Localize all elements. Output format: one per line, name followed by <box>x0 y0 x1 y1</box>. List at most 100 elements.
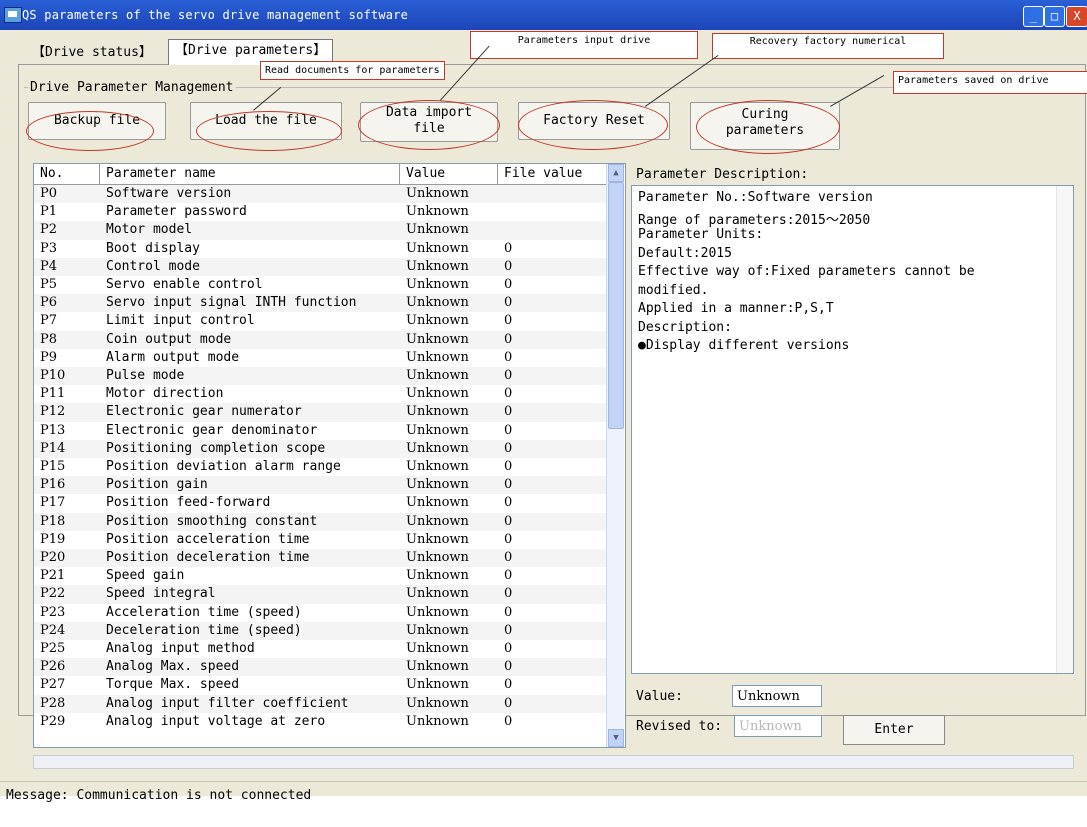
minimize-button[interactable]: _ <box>1023 6 1044 27</box>
load-file-button[interactable]: Load the file <box>190 102 342 140</box>
table-row[interactable]: P25 Analog input method Unknown 0 <box>34 640 606 658</box>
param-no-cell: P27 <box>40 677 66 693</box>
close-button[interactable]: X <box>1066 6 1087 27</box>
param-name-cell: Analog Max. speed <box>106 659 240 675</box>
param-name-cell: Position acceleration time <box>106 531 310 547</box>
param-value-cell: Unknown <box>406 459 469 474</box>
table-row[interactable]: P2 Motor model Unknown <box>34 221 606 240</box>
table-row[interactable]: P19 Position acceleration time Unknown 0 <box>34 531 606 549</box>
backup-file-button[interactable]: Backup file <box>28 102 166 140</box>
status-bar: Message: Communication is not connected <box>0 781 1087 827</box>
table-row[interactable]: P24 Deceleration time (speed) Unknown 0 <box>34 621 606 640</box>
data-import-label-1: Data import <box>385 105 473 120</box>
param-value-cell: Unknown <box>406 277 469 292</box>
parameter-table[interactable]: No. Parameter name Value File value P0 So… <box>33 163 626 748</box>
data-import-button[interactable]: Data import file <box>360 102 498 142</box>
table-row[interactable]: P14 Positioning completion scope Unknown 0 <box>34 439 606 458</box>
table-row[interactable]: P26 Analog Max. speed Unknown 0 <box>34 658 606 677</box>
window-title: QS parameters of the servo drive managem… <box>22 8 409 22</box>
param-name-cell: Torque Max. speed <box>106 677 240 693</box>
tab-drive-status[interactable]: 【Drive status】 <box>26 42 158 64</box>
param-file-value-cell: 0 <box>504 240 513 256</box>
param-no-cell: P9 <box>40 349 58 365</box>
scroll-thumb[interactable] <box>608 182 624 429</box>
scroll-up-arrow[interactable]: ▲ <box>608 164 624 182</box>
table-row[interactable]: P4 Control mode Unknown 0 <box>34 257 606 276</box>
param-file-value-cell: 0 <box>504 331 513 347</box>
param-value-cell: Unknown <box>406 550 469 565</box>
horizontal-scrollbar[interactable] <box>33 755 1074 769</box>
maximize-button[interactable]: □ <box>1044 6 1065 27</box>
table-row[interactable]: P8 Coin output mode Unknown 0 <box>34 330 606 349</box>
load-file-label: Load the file <box>215 113 317 128</box>
curing-parameters-button[interactable]: Curing parameters <box>690 102 840 150</box>
param-value-cell: Unknown <box>406 531 469 547</box>
enter-button[interactable]: Enter <box>843 715 945 745</box>
description-scrollbar[interactable] <box>1056 186 1073 673</box>
col-header-file-value[interactable]: File value <box>498 164 606 184</box>
annotation-saved: Parameters saved on drive <box>893 71 1087 94</box>
col-header-name[interactable]: Parameter name <box>100 164 400 184</box>
table-row[interactable]: P28 Analog input filter coefficient Unknow… <box>34 694 606 713</box>
col-header-no[interactable]: No. <box>34 164 100 184</box>
param-no-cell: P19 <box>40 531 66 547</box>
description-line: Default:2015 <box>638 245 732 261</box>
table-row[interactable]: P21 Speed gain Unknown 0 <box>34 567 606 585</box>
param-no-cell: P20 <box>40 550 66 565</box>
annotation-input-drive: Parameters input drive <box>470 31 698 59</box>
description-line: Parameter Units: <box>638 227 764 242</box>
param-no-cell: P2 <box>40 222 58 238</box>
param-file-value-cell: 0 <box>504 386 513 402</box>
param-value-cell: Unknown <box>406 440 469 456</box>
table-row[interactable]: P15 Position deviation alarm range Unknown… <box>34 458 606 476</box>
annotation-read-docs: Read documents for parameters <box>260 61 445 80</box>
current-value-field: Unknown <box>732 685 822 707</box>
param-file-value-cell: 0 <box>504 459 513 474</box>
col-header-value[interactable]: Value <box>400 164 498 184</box>
param-no-cell: P28 <box>40 695 66 711</box>
table-row[interactable]: P23 Acceleration time (speed) Unknown 0 <box>34 604 606 622</box>
table-row[interactable]: P11 Motor direction Unknown 0 <box>34 385 606 403</box>
param-no-cell: P16 <box>40 477 66 493</box>
param-no-cell: P5 <box>40 277 58 292</box>
param-value-cell: Unknown <box>406 513 469 529</box>
param-file-value-cell: 0 <box>504 368 513 383</box>
description-line: Range of parameters:2015～2050 <box>638 212 871 228</box>
table-row[interactable]: P22 Speed integral Unknown 0 <box>34 585 606 604</box>
table-row[interactable]: P12 Electronic gear numerator Unknown 0 <box>34 403 606 422</box>
table-row[interactable]: P13 Electronic gear denominator Unknown 0 <box>34 422 606 440</box>
app-icon <box>4 7 22 23</box>
table-vertical-scrollbar[interactable]: ▲ ▼ <box>606 164 624 747</box>
table-row[interactable]: P16 Position gain Unknown 0 <box>34 476 606 495</box>
client-area: 【Drive status】 【Drive parameters】 Drive … <box>0 30 1087 803</box>
table-row[interactable]: P1 Parameter password Unknown <box>34 203 606 221</box>
param-name-cell: Position feed-forward <box>106 495 271 511</box>
description-box[interactable]: Parameter No.:Software version Range of p… <box>631 185 1074 674</box>
param-name-cell: Pulse mode <box>106 368 185 383</box>
scroll-down-arrow[interactable]: ▼ <box>608 729 624 747</box>
param-value-cell: Unknown <box>406 713 469 729</box>
table-row[interactable]: P27 Torque Max. speed Unknown 0 <box>34 676 606 694</box>
param-file-value-cell: 0 <box>504 295 513 311</box>
table-row[interactable]: P17 Position feed-forward Unknown 0 <box>34 494 606 512</box>
param-file-value-cell: 0 <box>504 440 513 456</box>
param-name-cell: Software version <box>106 186 232 201</box>
param-no-cell: P13 <box>40 422 66 438</box>
factory-reset-button[interactable]: Factory Reset <box>518 102 670 140</box>
table-row[interactable]: P20 Position deceleration time Unknown 0 <box>34 549 606 568</box>
table-row[interactable]: P6 Servo input signal INTH function Unknow… <box>34 294 606 313</box>
revised-value-input[interactable]: Unknown <box>734 715 822 737</box>
table-row[interactable]: P3 Boot display Unknown 0 <box>34 240 606 258</box>
table-row[interactable]: P29 Analog input voltage at zero Unknown 0 <box>34 713 606 731</box>
param-value-cell: Unknown <box>406 495 469 511</box>
param-no-cell: P22 <box>40 586 66 602</box>
table-row[interactable]: P0 Software version Unknown <box>34 185 606 204</box>
table-row[interactable]: P10 Pulse mode Unknown 0 <box>34 367 606 386</box>
table-row[interactable]: P9 Alarm output mode Unknown 0 <box>34 349 606 367</box>
curing-label-2: parameters <box>725 123 805 138</box>
table-row[interactable]: P18 Position smoothing constant Unknown 0 <box>34 512 606 531</box>
table-row[interactable]: P7 Limit input control Unknown 0 <box>34 312 606 330</box>
param-no-cell: P12 <box>40 404 66 420</box>
table-row[interactable]: P5 Servo enable control Unknown 0 <box>34 276 606 294</box>
param-file-value-cell: 0 <box>504 695 513 711</box>
